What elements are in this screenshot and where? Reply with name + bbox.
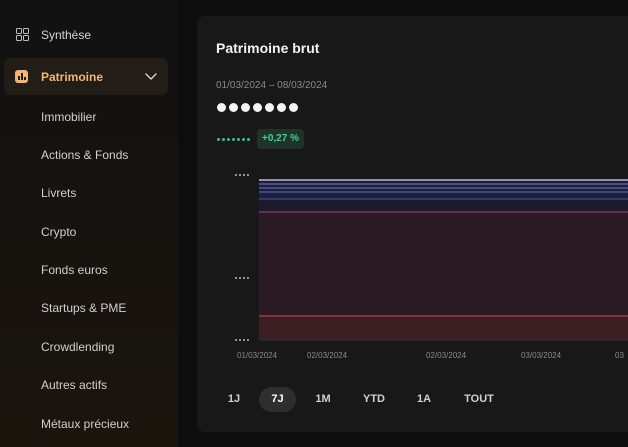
range-button-7j[interactable]: 7J bbox=[259, 387, 296, 412]
nav-item-patrimoine[interactable]: Patrimoine bbox=[4, 58, 168, 95]
range-button-1m[interactable]: 1M bbox=[306, 387, 340, 412]
sidebar-item-fonds-euros[interactable]: Fonds euros bbox=[41, 263, 108, 279]
nav-item-patrimoine-label: Patrimoine bbox=[41, 70, 104, 84]
sidebar-item-crowdlending[interactable]: Crowdlending bbox=[41, 340, 114, 356]
x-tick-label: 02/03/2024 bbox=[307, 351, 348, 360]
sidebar-item-crypto[interactable]: Crypto bbox=[41, 225, 76, 241]
x-tick-label: 03/03/2024 bbox=[521, 351, 562, 360]
bar-chart-icon bbox=[15, 70, 28, 83]
chart-area-band-top bbox=[259, 180, 628, 199]
grid-icon bbox=[16, 28, 29, 41]
sidebar-item-actions-fonds[interactable]: Actions & Fonds bbox=[41, 148, 128, 164]
x-tick-label: 01/03/2024 bbox=[237, 351, 278, 360]
range-button-1a[interactable]: 1A bbox=[409, 387, 439, 412]
sidebar-item-immobilier[interactable]: Immobilier bbox=[41, 110, 96, 126]
range-button-tout[interactable]: TOUT bbox=[453, 387, 505, 412]
patrimoine-area-chart[interactable] bbox=[197, 16, 628, 346]
patrimoine-brut-card: Patrimoine brut 01/03/2024 – 08/03/2024 … bbox=[197, 16, 628, 432]
range-button-ytd[interactable]: YTD bbox=[355, 387, 393, 412]
sidebar-item-metaux-precieux[interactable]: Métaux précieux bbox=[41, 417, 129, 433]
sidebar-item-livrets[interactable]: Livrets bbox=[41, 186, 76, 202]
chart-area-band-bottom bbox=[259, 316, 628, 340]
chevron-down-icon[interactable] bbox=[144, 69, 158, 83]
x-tick-label: 03 bbox=[615, 351, 624, 360]
nav-item-synthese[interactable]: Synthèse bbox=[0, 18, 178, 52]
range-button-1j[interactable]: 1J bbox=[219, 387, 249, 412]
sidebar-item-startups-pme[interactable]: Startups & PME bbox=[41, 301, 126, 317]
chart-area-band-mid bbox=[259, 199, 628, 212]
x-tick-label: 02/03/2024 bbox=[426, 351, 467, 360]
nav-item-synthese-label: Synthèse bbox=[41, 28, 92, 42]
sidebar: Synthèse Patrimoine Immobilier Actions &… bbox=[0, 0, 178, 447]
sidebar-item-autres-actifs[interactable]: Autres actifs bbox=[41, 378, 107, 394]
